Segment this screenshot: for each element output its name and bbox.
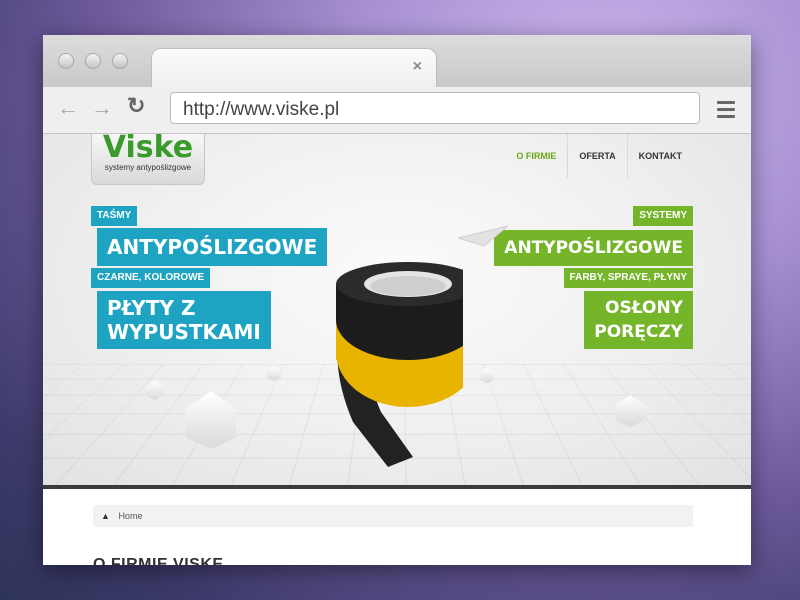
label-plyty-line1: PŁYTY Z (107, 296, 196, 320)
breadcrumb: ▲ Home (93, 505, 693, 527)
reload-icon[interactable]: ↻ (127, 93, 145, 119)
label-farby[interactable]: FARBY, SPRAYE, PŁYNY (563, 268, 693, 288)
nav-item-oferta[interactable]: OFERTA (567, 134, 626, 178)
address-bar[interactable]: http://www.viske.pl (170, 92, 700, 124)
close-window-button[interactable] (58, 53, 74, 69)
tab-bar: × (43, 35, 751, 89)
home-icon[interactable]: ▲ (101, 505, 110, 527)
browser-toolbar: ← → ↻ http://www.viske.pl (43, 87, 751, 134)
logo-tagline: systemy antypoślizgowe (104, 163, 192, 172)
hero-banner: Viske systemy antypoślizgowe O FIRMIE OF… (43, 134, 751, 485)
label-antyposlizgowe-right[interactable]: ANTYPOŚLIZGOWE (494, 230, 693, 266)
menu-icon[interactable] (717, 101, 735, 122)
label-oslony-line1: OSŁONY (605, 298, 683, 318)
back-icon[interactable]: ← (57, 95, 79, 121)
label-tasmy[interactable]: TAŚMY (91, 206, 138, 226)
main-nav: O FIRMIE OFERTA KONTAKT (505, 134, 693, 178)
breadcrumb-home[interactable]: Home (118, 511, 142, 521)
site-logo[interactable]: Viske systemy antypoślizgowe (91, 134, 205, 185)
forward-icon[interactable]: → (91, 95, 113, 121)
page-title: O FIRMIE VISKE (93, 556, 224, 565)
minimize-window-button[interactable] (85, 53, 101, 69)
browser-window: × ← → ↻ http://www.viske.pl Viske system… (43, 35, 751, 565)
tape-roll-image (336, 262, 463, 467)
nav-item-kontakt[interactable]: KONTAKT (626, 134, 693, 178)
label-oslony-line2: PORĘCZY (594, 322, 683, 342)
maximize-window-button[interactable] (112, 53, 128, 69)
nav-item-o-firmie[interactable]: O FIRMIE (505, 134, 567, 178)
paper-plane-icon (458, 225, 508, 247)
label-plyty-line2: WYPUSTKAMI (107, 320, 261, 344)
web-page: Viske systemy antypoślizgowe O FIRMIE OF… (43, 134, 751, 565)
label-plyty[interactable]: PŁYTY Z WYPUSTKAMI (97, 291, 271, 349)
close-tab-icon[interactable]: × (413, 58, 422, 76)
browser-tab[interactable]: × (151, 48, 437, 89)
logo-name: Viske (102, 134, 194, 165)
label-czarne-kolorowe[interactable]: CZARNE, KOLOROWE (91, 268, 211, 288)
label-systemy[interactable]: SYSTEMY (633, 206, 693, 226)
label-antyposlizgowe-left[interactable]: ANTYPOŚLIZGOWE (97, 228, 328, 266)
label-oslony[interactable]: OSŁONY PORĘCZY (584, 291, 693, 349)
hero-divider (43, 485, 751, 489)
